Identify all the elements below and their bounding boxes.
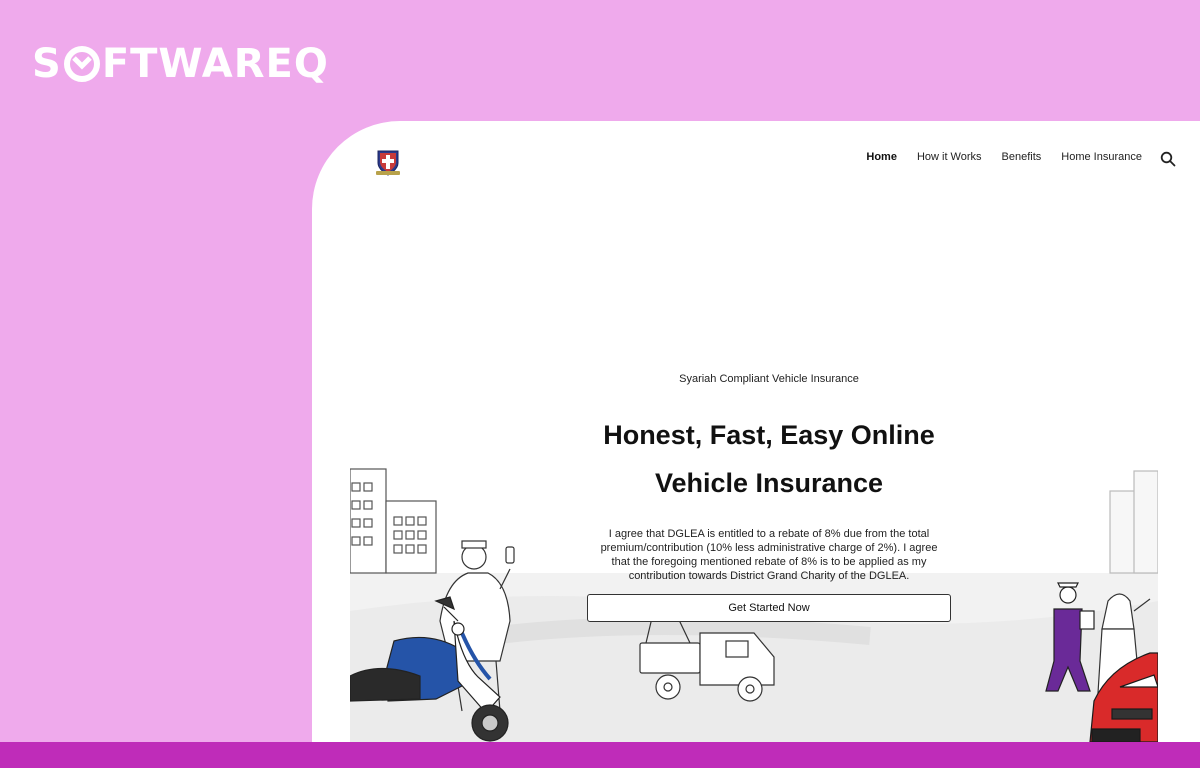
hero-rebate-notice: I agree that DGLEA is entitled to a reba…	[600, 528, 938, 582]
nav-item-benefits[interactable]: Benefits	[1002, 151, 1042, 163]
brand-watermark-text-s: S	[32, 41, 62, 87]
bottom-accent-bar	[0, 742, 1200, 768]
nav-item-how-it-works[interactable]: How it Works	[917, 151, 982, 163]
buildings-right	[1109, 470, 1158, 574]
nav-item-home-insurance[interactable]: Home Insurance	[1061, 151, 1142, 163]
hero-headline-line2: Vehicle Insurance	[654, 468, 884, 498]
search-icon[interactable]	[1160, 151, 1176, 167]
website-preview-card: Home How it Works Benefits Home Insuranc…	[312, 121, 1200, 742]
hero-headline: Honest, Fast, Easy Online Vehicle Insura…	[544, 411, 994, 507]
main-nav: Home How it Works Benefits Home Insuranc…	[866, 151, 1142, 163]
brand-o-mark-icon	[63, 46, 100, 82]
logo-crest-icon[interactable]	[374, 147, 402, 177]
hero-headline-line1: Honest, Fast, Easy Online	[603, 420, 935, 450]
hero-eyebrow: Syariah Compliant Vehicle Insurance	[679, 373, 859, 385]
brand-watermark-text-rest: FTWAREQ	[101, 41, 329, 87]
brand-watermark-logo: S FTWAREQ	[32, 44, 329, 84]
buildings-left	[350, 468, 437, 574]
get-started-button[interactable]: Get Started Now	[587, 594, 951, 622]
nav-item-home[interactable]: Home	[866, 151, 897, 163]
